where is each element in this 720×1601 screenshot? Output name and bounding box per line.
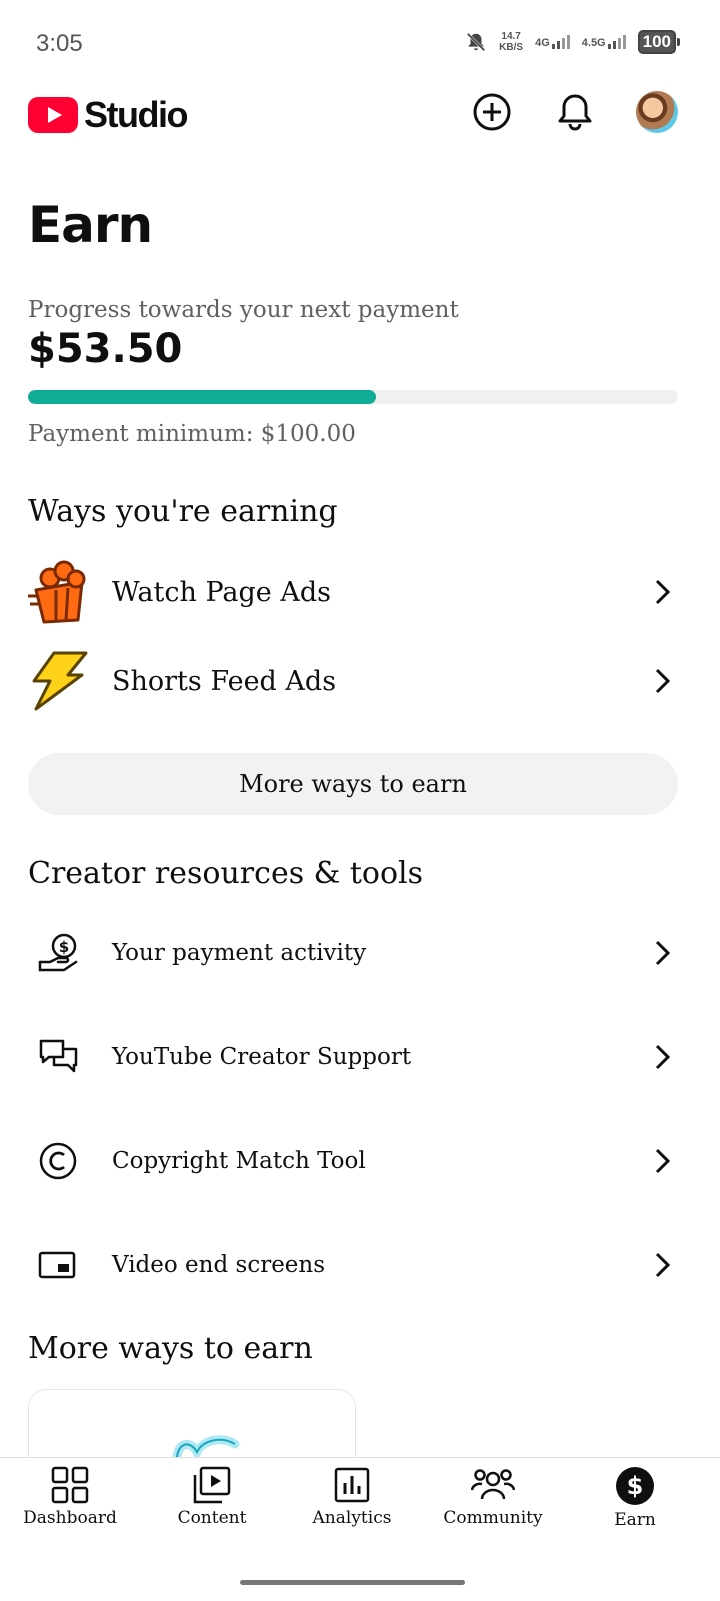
- resource-item-copyright-match[interactable]: Copyright Match Tool: [28, 1133, 678, 1189]
- nav-label: Earn: [614, 1510, 656, 1530]
- svg-text:$: $: [627, 1472, 644, 1500]
- community-icon: [471, 1469, 515, 1500]
- home-indicator[interactable]: [240, 1580, 465, 1585]
- svg-text:$: $: [59, 938, 69, 956]
- network-speed-value: 14.7: [501, 31, 521, 42]
- resource-item-label: Your payment activity: [112, 940, 367, 966]
- chat-bubbles-icon: [28, 1037, 88, 1077]
- earning-item-label: Shorts Feed Ads: [112, 665, 337, 697]
- notifications-muted-icon: [466, 32, 486, 52]
- payment-amount: $53.50: [28, 326, 183, 372]
- dashboard-icon: [51, 1466, 89, 1504]
- nav-label: Dashboard: [23, 1508, 117, 1528]
- status-icons: 14.7 KB/S 4G 4.5G 100: [465, 30, 681, 54]
- resource-item-creator-support[interactable]: YouTube Creator Support: [28, 1029, 678, 1085]
- signal-45g-label: 4.5G: [581, 37, 606, 49]
- chevron-right-icon: [648, 1042, 678, 1072]
- lightning-icon: [32, 651, 88, 711]
- payment-minimum: Payment minimum: $100.00: [28, 421, 356, 447]
- network-speed-unit: KB/S: [499, 42, 524, 53]
- add-circle-icon: [473, 93, 511, 131]
- more-ways-to-earn-button[interactable]: More ways to earn: [28, 753, 678, 815]
- account-avatar[interactable]: [636, 91, 678, 133]
- resource-item-end-screens[interactable]: Video end screens: [28, 1237, 678, 1293]
- signal-bars-icon: [607, 35, 626, 49]
- nav-label: Community: [443, 1508, 543, 1528]
- signal-45g: 4.5G: [582, 35, 626, 49]
- earning-item-label: Watch Page Ads: [112, 576, 331, 608]
- chevron-right-icon: [648, 938, 678, 968]
- nav-analytics[interactable]: Analytics: [282, 1466, 422, 1528]
- battery-indicator: 100: [637, 30, 681, 54]
- analytics-icon: [334, 1467, 370, 1503]
- network-speed: 14.7 KB/S: [499, 31, 523, 53]
- payment-progress-fill: [28, 390, 376, 404]
- signal-4g: 4G: [535, 35, 570, 49]
- nav-label: Content: [177, 1508, 247, 1528]
- popcorn-icon: [28, 560, 86, 624]
- create-button[interactable]: [470, 90, 514, 134]
- creator-resources-title: Creator resources & tools: [28, 856, 424, 891]
- youtube-play-icon: [28, 97, 78, 133]
- youtube-studio-logo[interactable]: Studio: [28, 94, 188, 136]
- app-name: Studio: [84, 94, 188, 135]
- resource-item-payment-activity[interactable]: $ Your payment activity: [28, 925, 678, 981]
- end-screen-icon: [28, 1249, 88, 1281]
- content-icon: [193, 1466, 231, 1504]
- nav-community[interactable]: Community: [423, 1466, 563, 1528]
- more-ways-title: More ways to earn: [28, 1331, 313, 1366]
- earn-icon: $: [616, 1467, 654, 1505]
- payment-hand-icon: $: [28, 932, 88, 974]
- earning-item-shorts-feed-ads[interactable]: Shorts Feed Ads: [28, 649, 678, 713]
- chevron-right-icon: [648, 666, 678, 696]
- status-time: 3:05: [36, 30, 83, 57]
- nav-dashboard[interactable]: Dashboard: [0, 1466, 140, 1528]
- chevron-right-icon: [648, 577, 678, 607]
- nav-content[interactable]: Content: [142, 1466, 282, 1528]
- bell-icon: [558, 94, 592, 131]
- signal-4g-label: 4G: [535, 37, 550, 49]
- notifications-button[interactable]: [553, 90, 597, 134]
- signal-bars-icon: [551, 35, 570, 49]
- resource-item-label: YouTube Creator Support: [112, 1044, 412, 1070]
- nav-label: Analytics: [312, 1508, 392, 1528]
- nav-earn[interactable]: $ Earn: [565, 1466, 705, 1530]
- resource-item-label: Copyright Match Tool: [112, 1148, 366, 1174]
- resource-item-label: Video end screens: [112, 1252, 326, 1278]
- chevron-right-icon: [648, 1250, 678, 1280]
- page-title: Earn: [28, 196, 153, 254]
- ways-earning-title: Ways you're earning: [28, 494, 338, 529]
- copyright-icon: [28, 1141, 88, 1181]
- earning-item-watch-page-ads[interactable]: Watch Page Ads: [28, 560, 678, 624]
- payment-progress-label: Progress towards your next payment: [28, 297, 459, 323]
- payment-progress-bar: [28, 390, 678, 404]
- chevron-right-icon: [648, 1146, 678, 1176]
